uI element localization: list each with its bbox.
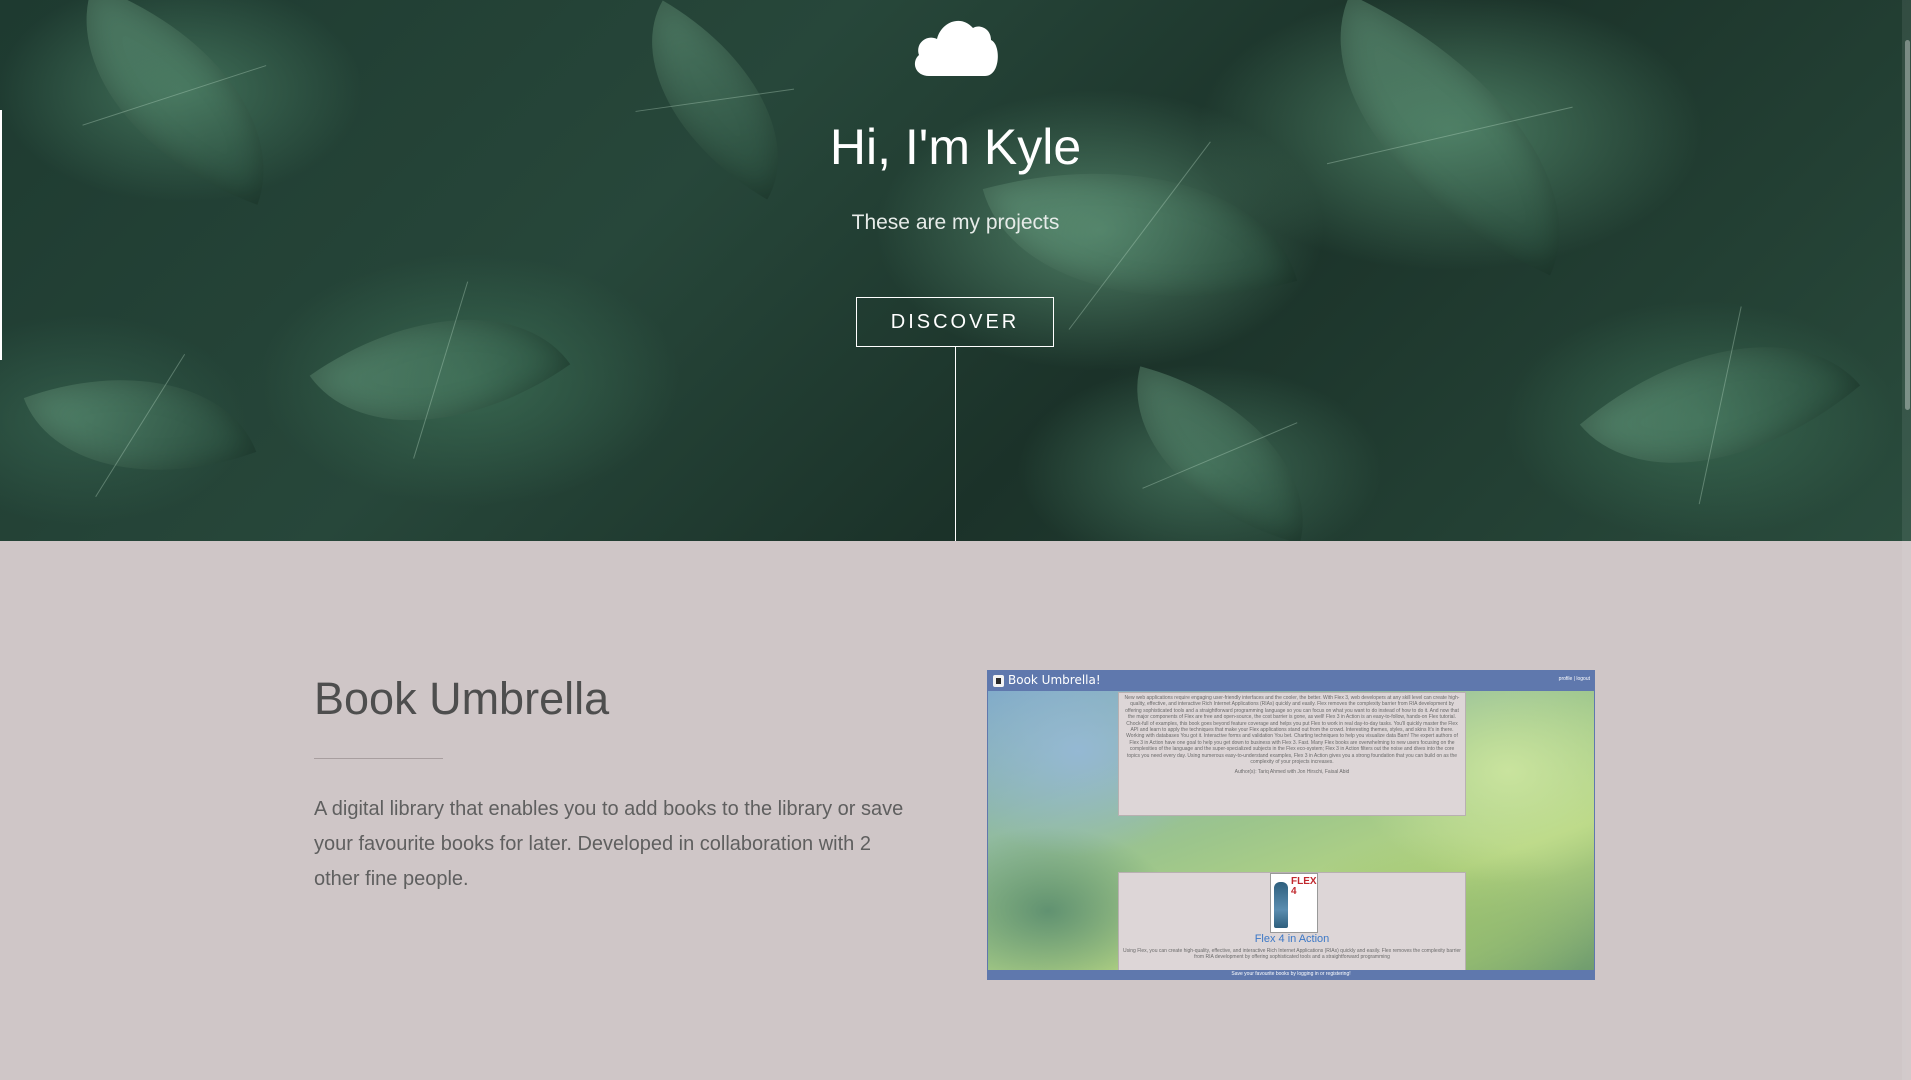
leaf-decoration <box>23 329 257 521</box>
hero-title: Hi, I'm Kyle <box>829 119 1082 175</box>
scrollbar-thumb[interactable] <box>1905 40 1910 410</box>
project-description: A digital library that enables you to ad… <box>314 798 904 890</box>
scrollbar[interactable] <box>1902 0 1911 1080</box>
discover-button[interactable]: DISCOVER <box>856 297 1054 347</box>
book-logo-icon <box>993 675 1004 687</box>
hero-subtitle: These are my projects <box>851 211 1060 234</box>
hero-section: Hi, I'm Kyle These are my projects DISCO… <box>0 0 1911 544</box>
preview-book-card: New web applications require engaging us… <box>1118 692 1466 816</box>
title-divider <box>314 758 443 759</box>
page: Hi, I'm Kyle These are my projects DISCO… <box>0 0 1911 1080</box>
leaf-decoration <box>1106 366 1334 544</box>
preview-navbar: Book Umbrella! profile | logout <box>988 671 1594 691</box>
project-screenshot[interactable]: Book Umbrella! profile | logout New web … <box>987 670 1595 980</box>
cloud-icon <box>914 20 998 76</box>
hero-connector-line <box>955 347 956 541</box>
book-cover-image: FLEX 4 <box>1270 873 1318 933</box>
project-section: Book Umbrella A digital library that ena… <box>0 541 1911 1080</box>
leaf-decoration <box>309 249 571 491</box>
preview-book-blurb: Using Flex, you can create high-quality,… <box>1123 948 1461 961</box>
preview-book-title: Flex 4 in Action <box>1254 933 1330 945</box>
leaf-decoration <box>1579 270 1861 540</box>
preview-book-description: New web applications require engaging us… <box>1124 695 1460 766</box>
preview-nav-links: profile | logout <box>1558 676 1590 682</box>
preview-book-card: FLEX 4 Flex 4 in Action Using Flex, you … <box>1118 872 1466 972</box>
cover-title: FLEX 4 <box>1291 876 1317 897</box>
preview-brand: Book Umbrella! <box>1008 673 1101 687</box>
project-title: Book Umbrella <box>314 673 610 724</box>
cover-figure <box>1274 882 1288 928</box>
preview-footer: Save your favourite books by logging in … <box>988 970 1594 979</box>
preview-book-author: Author(s): Tariq Ahmed with Jon Hirschi,… <box>1234 769 1350 776</box>
